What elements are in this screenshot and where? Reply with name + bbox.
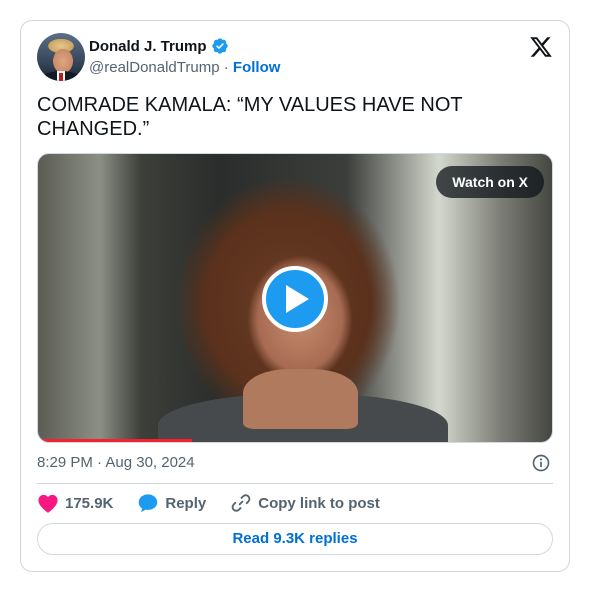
- follow-link[interactable]: Follow: [233, 59, 281, 76]
- avatar-tie: [59, 73, 63, 81]
- info-icon[interactable]: [531, 453, 551, 473]
- author-name-row: Donald J. Trump: [89, 37, 229, 55]
- author-handle-row: @realDonaldTrump · Follow: [89, 59, 280, 76]
- tweet-card[interactable]: Donald J. Trump @realDonaldTrump · Follo…: [20, 20, 570, 572]
- avatar[interactable]: [37, 33, 85, 81]
- play-button[interactable]: [262, 266, 328, 332]
- reply-bubble-icon: [139, 494, 158, 513]
- copy-link-button[interactable]: Copy link to post: [230, 492, 380, 514]
- play-icon: [286, 285, 309, 313]
- author-handle[interactable]: @realDonaldTrump: [89, 59, 220, 76]
- reply-label: Reply: [165, 494, 207, 512]
- copy-link-label: Copy link to post: [258, 494, 380, 512]
- action-bar: 175.9K Reply Copy link to post: [37, 493, 404, 513]
- tweet-text: COMRADE KAMALA: “MY VALUES HAVE NOT CHAN…: [37, 94, 463, 140]
- tweet-timestamp[interactable]: 8:29 PM · Aug 30, 2024: [37, 454, 195, 471]
- x-logo-icon[interactable]: [529, 35, 553, 59]
- watch-on-x-button[interactable]: Watch on X: [436, 166, 544, 198]
- divider: [37, 483, 553, 484]
- handle-separator: ·: [223, 59, 229, 76]
- author-name[interactable]: Donald J. Trump: [89, 38, 207, 55]
- like-button[interactable]: 175.9K: [37, 493, 113, 513]
- link-icon: [231, 494, 251, 512]
- video-progress-bar: [38, 439, 193, 442]
- reply-button[interactable]: Reply: [137, 493, 206, 513]
- heart-icon: [38, 494, 58, 513]
- video-player[interactable]: Watch on X: [37, 153, 553, 443]
- video-frame-neck: [243, 369, 358, 429]
- like-count: 175.9K: [65, 494, 114, 512]
- verified-badge-icon: [211, 38, 228, 54]
- read-replies-button[interactable]: Read 9.3K replies: [37, 523, 553, 555]
